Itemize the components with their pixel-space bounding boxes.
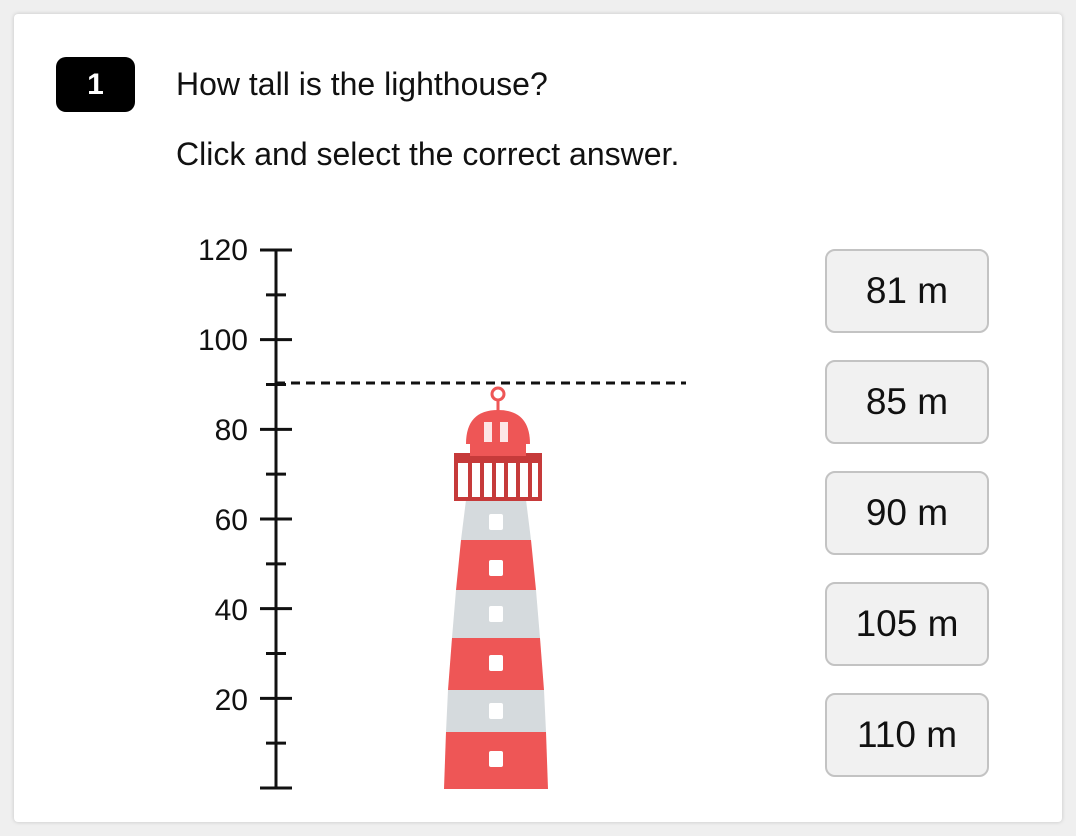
answer-button-85m[interactable]: 85 m	[825, 360, 989, 444]
tower-window	[489, 655, 503, 671]
tower-window	[489, 606, 503, 622]
scale-label-60: 60	[215, 504, 248, 537]
tower-window	[489, 703, 503, 719]
lighthouse-illustration	[444, 386, 548, 789]
lighthouse-dome	[466, 410, 530, 444]
tower-window	[489, 751, 503, 767]
railing-top-bar	[456, 455, 540, 463]
scale-label-120: 120	[198, 234, 248, 267]
scale-label-100: 100	[198, 324, 248, 357]
answer-button-105m[interactable]: 105 m	[825, 582, 989, 666]
scale-label-40: 40	[215, 594, 248, 627]
dome-window	[484, 422, 492, 442]
tower-window	[489, 560, 503, 576]
scale-label-80: 80	[215, 414, 248, 447]
tower-window	[489, 514, 503, 530]
dome-window	[500, 422, 508, 442]
answer-button-110m[interactable]: 110 m	[825, 693, 989, 777]
answer-button-90m[interactable]: 90 m	[825, 471, 989, 555]
scale-label-20: 20	[215, 684, 248, 717]
answer-button-81m[interactable]: 81 m	[825, 249, 989, 333]
finial-ball	[490, 386, 506, 402]
lantern-room	[470, 442, 526, 456]
height-scale: 120 100 80 60 40 20	[198, 234, 292, 790]
